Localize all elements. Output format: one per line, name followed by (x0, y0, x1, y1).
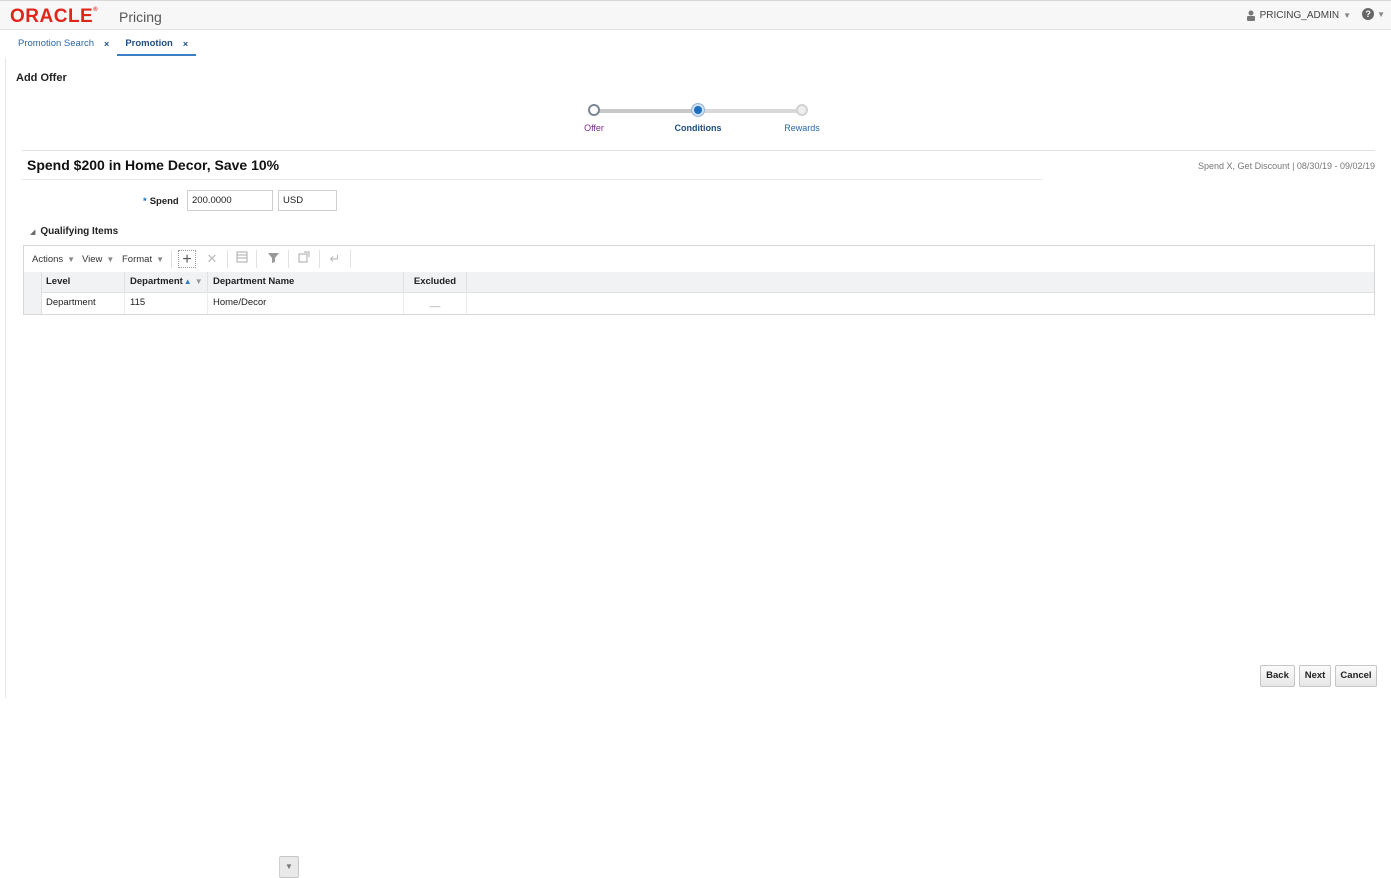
view-menu[interactable]: View ▼ (82, 254, 114, 265)
spend-label-text: Spend (149, 196, 179, 207)
back-button[interactable]: Back (1260, 665, 1295, 687)
cell-excluded[interactable]: __ (404, 292, 467, 314)
cell-department: 115 (125, 292, 208, 314)
step-conditions-label[interactable]: Conditions (675, 123, 722, 133)
train-connector (594, 109, 698, 113)
user-icon (1246, 10, 1255, 21)
column-header-level[interactable]: Level (41, 272, 125, 292)
format-menu[interactable]: Format ▼ (122, 254, 164, 265)
actions-menu[interactable]: Actions ▼ (32, 254, 75, 265)
chevron-down-icon: ▼ (106, 255, 115, 264)
currency-select[interactable]: USD ▼ (278, 190, 337, 878)
oracle-logo: ORACLE® (10, 6, 98, 28)
tab-promotion[interactable]: Promotion × (117, 33, 197, 56)
menu-label: Actions (32, 254, 64, 265)
sort-ascending-icon[interactable]: ▲ (184, 277, 192, 286)
tab-bar: Promotion Search × Promotion × (10, 33, 197, 56)
add-icon[interactable]: + (178, 250, 196, 268)
required-mark: * (143, 196, 147, 207)
collapse-triangle-icon[interactable]: ◢ (30, 228, 35, 236)
step-offer-stop[interactable] (588, 104, 600, 116)
toolbar-separator (350, 250, 351, 268)
chevron-down-icon: ▼ (67, 255, 76, 264)
column-header-department-name[interactable]: Department Name (208, 272, 404, 292)
top-header: ORACLE® Pricing PRICING_ADMIN ▼ ? ▼ (0, 0, 1391, 30)
row-header-spacer (24, 272, 42, 292)
row-header-cell[interactable] (24, 292, 42, 314)
tab-label: Promotion (125, 38, 173, 49)
toolbar-separator (227, 250, 228, 268)
tab-promotion-search[interactable]: Promotion Search × (10, 33, 117, 54)
qualifying-items-table: Actions ▼ View ▼ Format ▼ + ✕ ↵ Level De… (23, 245, 1375, 315)
column-header-excluded[interactable]: Excluded (404, 272, 467, 292)
cell-department-name: Home/Decor (208, 292, 404, 314)
app-name: Pricing (119, 9, 162, 25)
currency-value: USD (283, 195, 304, 206)
next-button[interactable]: Next (1299, 665, 1331, 687)
step-rewards-stop[interactable] (796, 104, 808, 116)
brand-text: ORACLE (10, 6, 94, 27)
page-title: Add Offer (16, 72, 67, 84)
toolbar-separator (171, 250, 172, 268)
cancel-button[interactable]: Cancel (1335, 665, 1377, 687)
spend-input[interactable]: 200.0000 (187, 190, 273, 211)
help-menu[interactable]: ? ▼ (1362, 8, 1385, 20)
section-title: Qualifying Items (40, 226, 119, 237)
delete-icon[interactable]: ✕ (203, 250, 221, 268)
brand-mark: ® (93, 7, 99, 13)
chevron-down-icon[interactable]: ▼ (279, 856, 299, 878)
freeze-icon[interactable] (233, 250, 251, 268)
spend-label: * Spend (143, 196, 179, 207)
table-toolbar: Actions ▼ View ▼ Format ▼ + ✕ ↵ (24, 246, 1374, 273)
column-header-label: Department (130, 276, 183, 287)
help-icon: ? (1362, 8, 1375, 20)
user-menu[interactable]: PRICING_ADMIN ▼ (1246, 10, 1351, 21)
divider (22, 150, 1375, 151)
tab-label: Promotion Search (18, 38, 95, 49)
promotion-meta: Spend X, Get Discount | 08/30/19 - 09/02… (1198, 161, 1375, 171)
toolbar-separator (288, 250, 289, 268)
left-divider (5, 58, 6, 698)
qualifying-items-header[interactable]: ◢ Qualifying Items (30, 226, 118, 237)
promotion-title: Spend $200 in Home Decor, Save 10% (27, 157, 280, 173)
step-offer-label[interactable]: Offer (584, 123, 604, 133)
table-header-row: Level Department▲ ▼ Department Name Exclu… (24, 272, 1374, 293)
step-train: Offer Conditions Rewards (580, 102, 830, 136)
step-rewards-label[interactable]: Rewards (784, 123, 820, 133)
chevron-down-icon: ▼ (1343, 11, 1351, 20)
step-conditions-stop[interactable] (692, 104, 704, 116)
menu-label: View (82, 254, 103, 265)
toolbar-separator (256, 250, 257, 268)
detach-icon[interactable] (295, 250, 313, 268)
chevron-down-icon: ▼ (1377, 9, 1385, 19)
close-icon[interactable]: × (183, 39, 188, 49)
close-icon[interactable]: × (104, 39, 109, 49)
table-row[interactable]: Department 115 Home/Decor __ (24, 292, 1374, 314)
train-connector (698, 109, 798, 113)
divider (22, 179, 1042, 180)
sort-descending-icon[interactable]: ▼ (195, 277, 203, 286)
menu-label: Format (122, 254, 153, 265)
chevron-down-icon: ▼ (156, 255, 165, 264)
cell-level: Department (41, 292, 125, 314)
user-name: PRICING_ADMIN (1259, 10, 1340, 21)
filter-icon[interactable] (264, 250, 282, 268)
wrap-icon[interactable]: ↵ (326, 250, 344, 268)
column-header-department[interactable]: Department▲ ▼ (125, 272, 208, 292)
toolbar-separator (319, 250, 320, 268)
